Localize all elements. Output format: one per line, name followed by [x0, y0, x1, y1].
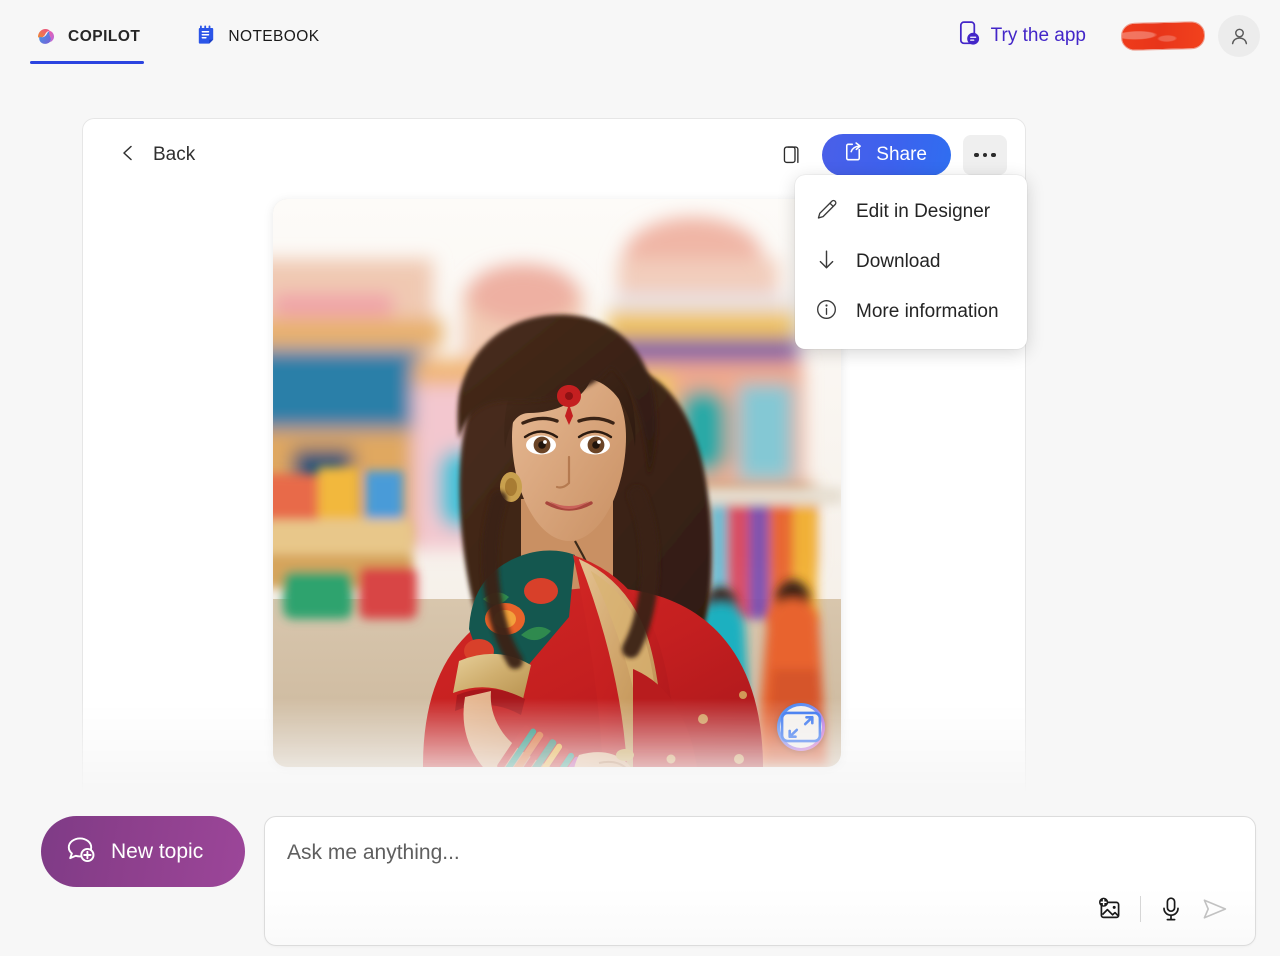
composer-divider	[1140, 896, 1141, 922]
menu-item-edit-in-designer[interactable]: Edit in Designer	[795, 187, 1027, 237]
ellipsis-icon	[974, 152, 996, 158]
generated-image-container	[273, 199, 841, 767]
tab-copilot-label: COPILOT	[68, 28, 141, 45]
chat-plus-icon	[65, 834, 95, 870]
nav-tabs: COPILOT NOTEBOOK	[0, 0, 371, 72]
generated-image[interactable]	[273, 199, 841, 767]
menu-item-more-information[interactable]: More information	[795, 287, 1027, 337]
add-image-icon	[1099, 897, 1120, 919]
menu-item-label: Download	[856, 251, 941, 272]
redacted-account-name	[1121, 22, 1205, 50]
tab-notebook[interactable]: NOTEBOOK	[192, 0, 323, 72]
microphone-icon	[1163, 897, 1179, 921]
chevron-left-icon	[119, 144, 137, 167]
more-options-button[interactable]	[963, 135, 1007, 175]
copilot-icon	[34, 24, 58, 48]
share-icon	[842, 141, 864, 169]
try-the-app-button[interactable]: Try the app	[949, 14, 1094, 59]
phone-chat-icon	[957, 20, 982, 53]
avatar[interactable]	[1218, 15, 1260, 57]
new-topic-button[interactable]: New topic	[41, 816, 245, 887]
menu-item-download[interactable]: Download	[795, 237, 1027, 287]
send-button[interactable]	[1193, 887, 1237, 931]
send-icon	[1203, 899, 1227, 919]
menu-item-label: Edit in Designer	[856, 201, 991, 222]
expand-icon	[780, 711, 822, 743]
back-label: Back	[153, 144, 196, 165]
menu-item-label: More information	[856, 301, 999, 322]
share-label: Share	[876, 144, 927, 165]
copy-icon	[783, 145, 799, 163]
person-icon	[1231, 28, 1247, 44]
microphone-button[interactable]	[1149, 887, 1193, 931]
back-button[interactable]: Back	[113, 136, 201, 175]
composer-actions	[1088, 887, 1237, 931]
share-button[interactable]: Share	[822, 134, 951, 176]
info-circle-icon	[815, 298, 838, 327]
image-options-menu: Edit in Designer Download More informati…	[795, 175, 1027, 349]
top-bar-right-actions: Try the app	[949, 0, 1280, 72]
tab-notebook-label: NOTEBOOK	[228, 28, 320, 45]
copy-button[interactable]	[774, 137, 810, 173]
card-header-actions: Share	[774, 134, 1007, 176]
pencil-icon	[815, 198, 838, 227]
top-navigation-bar: COPILOT NOTEBOOK Try the app	[0, 0, 1280, 72]
notebook-icon	[196, 24, 218, 48]
new-topic-label: New topic	[111, 839, 204, 863]
arrow-down-icon	[815, 248, 838, 277]
tab-copilot[interactable]: COPILOT	[30, 0, 145, 72]
composer-placeholder: Ask me anything...	[287, 841, 460, 864]
expand-image-button[interactable]	[777, 703, 825, 751]
message-composer[interactable]: Ask me anything...	[264, 816, 1256, 946]
try-the-app-label: Try the app	[990, 25, 1086, 46]
add-image-button[interactable]	[1088, 887, 1132, 931]
